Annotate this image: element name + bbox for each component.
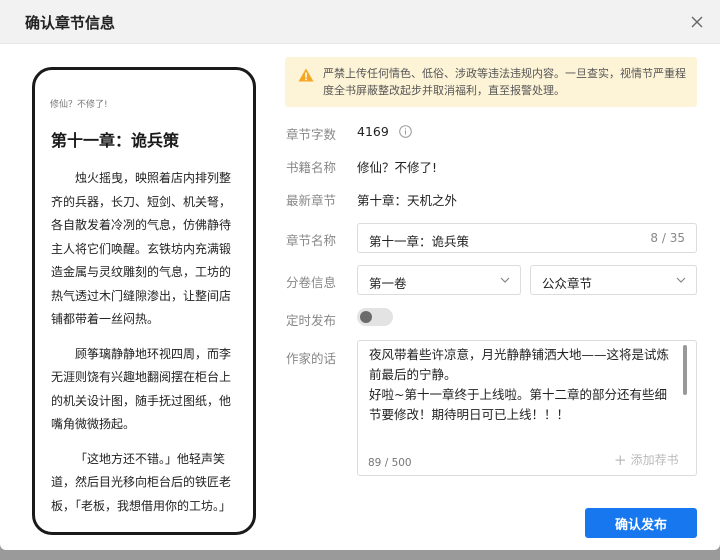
confirm-chapter-dialog: 确认章节信息 修仙？不修了! 第十一章：诡兵策 烛火摇曳，映照着店内排列整齐的兵… xyxy=(0,0,720,550)
word-count-label: 章节字数 xyxy=(286,127,337,142)
volume-label: 分卷信息 xyxy=(286,275,337,290)
author-note-counter: 89 / 500 xyxy=(368,457,412,469)
schedule-label: 定时发布 xyxy=(286,313,337,328)
latest-chapter-value: 第十章：天机之外 xyxy=(357,193,458,208)
word-count-value: 4169 xyxy=(357,124,389,139)
chapter-name-counter: 8 / 35 xyxy=(650,231,685,245)
chevron-down-icon xyxy=(676,277,686,283)
textarea-scrollbar[interactable] xyxy=(683,345,687,395)
chapter-name-input[interactable]: 第十一章：诡兵策 8 / 35 xyxy=(357,223,697,253)
author-note-text: 夜风带着些许凉意，月光静静铺洒大地——这将是试炼前最后的宁静。 好啦~第十一章终于… xyxy=(369,347,670,422)
preview-chapter-title: 第十一章：诡兵策 xyxy=(51,131,180,150)
chapter-name-label: 章节名称 xyxy=(286,233,337,248)
chevron-down-icon xyxy=(500,277,510,283)
add-book-rec-button[interactable]: + 添加荐书 xyxy=(614,451,679,469)
dialog-header: 确认章节信息 xyxy=(0,0,720,44)
preview-body: 烛火摇曳，映照着店内排列整齐的兵器，长刀、短剑、机关弩，各自散发着冷冽的气息，仿… xyxy=(51,167,237,529)
volume-select-value: 第一卷 xyxy=(369,276,407,291)
chapter-type-select[interactable]: 公众章节 xyxy=(530,265,697,295)
phone-preview: 修仙？不修了! 第十一章：诡兵策 烛火摇曳，映照着店内排列整齐的兵器，长刀、短剑… xyxy=(32,67,256,535)
volume-select[interactable]: 第一卷 xyxy=(357,265,521,295)
preview-paragraph: 顾筝璃静静地环视四周，而李无涯则饶有兴趣地翻阅摆在柜台上的机关设计图，随手抚过图… xyxy=(51,346,232,432)
schedule-toggle[interactable] xyxy=(357,308,393,326)
book-name-value: 修仙？不修了! xyxy=(357,160,438,175)
preview-paragraph: 「这地方还不错。」他轻声笑道，然后目光移向柜台后的铁匠老板，「老板，我想借用你的… xyxy=(51,451,232,513)
author-note-label: 作家的话 xyxy=(286,351,337,366)
content-warning-notice: 严禁上传任何情色、低俗、涉政等违法违规内容。一旦查实，视情节严重程度全书屏蔽整改… xyxy=(285,57,697,107)
toggle-knob xyxy=(360,311,372,323)
chapter-type-value: 公众章节 xyxy=(542,276,593,291)
book-name-label: 书籍名称 xyxy=(286,160,337,175)
plus-icon: + xyxy=(614,451,627,469)
add-book-rec-label: 添加荐书 xyxy=(630,453,679,467)
confirm-publish-button[interactable]: 确认发布 xyxy=(585,508,697,538)
notice-text: 严禁上传任何情色、低俗、涉政等违法违规内容。一旦查实，视情节严重程度全书屏蔽整改… xyxy=(323,67,686,97)
author-note-textarea[interactable]: 夜风带着些许凉意，月光静静铺洒大地——这将是试炼前最后的宁静。 好啦~第十一章终于… xyxy=(357,340,697,476)
info-icon[interactable] xyxy=(399,125,412,138)
close-icon[interactable] xyxy=(688,13,706,31)
preview-book-name: 修仙？不修了! xyxy=(50,100,108,110)
latest-chapter-label: 最新章节 xyxy=(286,193,337,208)
preview-paragraph: 烛火摇曳，映照着店内排列整齐的兵器，长刀、短剑、机关弩，各自散发着冷冽的气息，仿… xyxy=(51,171,232,326)
chapter-name-value: 第十一章：诡兵策 xyxy=(369,234,470,249)
warning-icon xyxy=(298,68,314,82)
dialog-title: 确认章节信息 xyxy=(25,14,116,32)
